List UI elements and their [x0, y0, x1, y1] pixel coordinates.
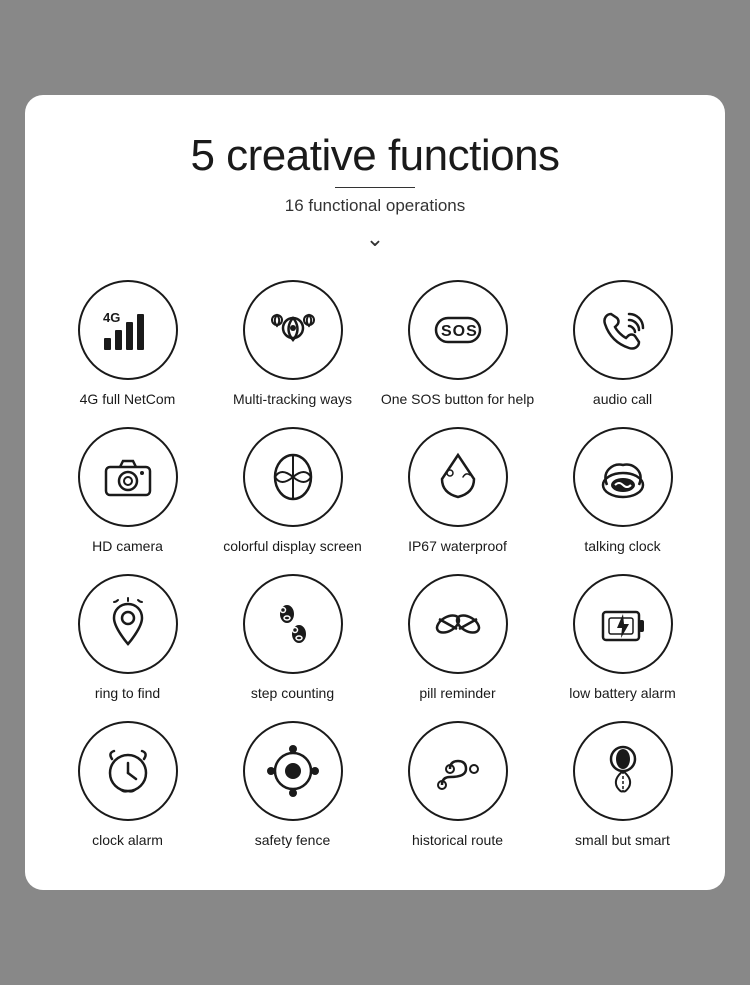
waterproof-icon-circle: [408, 427, 508, 527]
page-title: 5 creative functions: [49, 131, 701, 181]
feature-camera: HD camera: [49, 427, 206, 556]
talkingclock-icon-circle: [573, 427, 673, 527]
clockalarm-icon-circle: [78, 721, 178, 821]
clockalarm-icon: [98, 741, 158, 801]
pillreminder-icon-circle: [408, 574, 508, 674]
multitrack-icon: [263, 300, 323, 360]
feature-waterproof-label: IP67 waterproof: [408, 537, 507, 556]
talkingclock-icon: [593, 447, 653, 507]
feature-multitrack-label: Multi-tracking ways: [233, 390, 352, 409]
stepcounting-icon: [263, 594, 323, 654]
pillreminder-icon: [428, 594, 488, 654]
feature-clockalarm: clock alarm: [49, 721, 206, 850]
feature-historicalroute: historical route: [379, 721, 536, 850]
multitrack-icon-circle: [243, 280, 343, 380]
waterproof-icon: [428, 447, 488, 507]
audiocall-icon: [593, 300, 653, 360]
feature-talkingclock: talking clock: [544, 427, 701, 556]
feature-4g-label: 4G full NetCom: [80, 390, 176, 409]
lowbattery-icon-circle: [573, 574, 673, 674]
ringtofind-icon: [98, 594, 158, 654]
feature-clockalarm-label: clock alarm: [92, 831, 163, 850]
feature-pillreminder-label: pill reminder: [419, 684, 495, 703]
sos-icon: SOS: [428, 300, 488, 360]
features-grid: 4G 4G full NetCom: [49, 280, 701, 850]
feature-smallsmart-label: small but smart: [575, 831, 670, 850]
4g-icon-circle: 4G: [78, 280, 178, 380]
feature-sos: SOS One SOS button for help: [379, 280, 536, 409]
historicalroute-icon: [428, 741, 488, 801]
4g-icon: 4G: [98, 300, 158, 360]
feature-stepcounting-label: step counting: [251, 684, 334, 703]
feature-pillreminder: pill reminder: [379, 574, 536, 703]
svg-text:4G: 4G: [103, 310, 120, 325]
safetyfence-icon: [263, 741, 323, 801]
feature-audiocall: audio call: [544, 280, 701, 409]
lowbattery-icon: [593, 594, 653, 654]
feature-4g: 4G 4G full NetCom: [49, 280, 206, 409]
sos-icon-circle: SOS: [408, 280, 508, 380]
feature-historicalroute-label: historical route: [412, 831, 503, 850]
display-icon-circle: [243, 427, 343, 527]
feature-talkingclock-label: talking clock: [584, 537, 660, 556]
camera-icon-circle: [78, 427, 178, 527]
feature-stepcounting: step counting: [214, 574, 371, 703]
feature-camera-label: HD camera: [92, 537, 163, 556]
feature-sos-label: One SOS button for help: [381, 390, 534, 409]
smallsmart-icon-circle: [573, 721, 673, 821]
audiocall-icon-circle: [573, 280, 673, 380]
title-divider: [335, 187, 415, 188]
safetyfence-icon-circle: [243, 721, 343, 821]
svg-text:SOS: SOS: [441, 323, 478, 340]
feature-safetyfence-label: safety fence: [255, 831, 331, 850]
feature-ringtofind-label: ring to find: [95, 684, 160, 703]
ringtofind-icon-circle: [78, 574, 178, 674]
display-icon: [263, 447, 323, 507]
feature-lowbattery-label: low battery alarm: [569, 684, 676, 703]
main-card: 5 creative functions 16 functional opera…: [25, 95, 725, 890]
feature-display: colorful display screen: [214, 427, 371, 556]
feature-multitrack: Multi-tracking ways: [214, 280, 371, 409]
smallsmart-icon: [593, 741, 653, 801]
feature-audiocall-label: audio call: [593, 390, 652, 409]
feature-safetyfence: safety fence: [214, 721, 371, 850]
feature-smallsmart: small but smart: [544, 721, 701, 850]
feature-lowbattery: low battery alarm: [544, 574, 701, 703]
feature-ringtofind: ring to find: [49, 574, 206, 703]
feature-waterproof: IP67 waterproof: [379, 427, 536, 556]
camera-icon: [98, 447, 158, 507]
feature-display-label: colorful display screen: [223, 537, 362, 556]
historicalroute-icon-circle: [408, 721, 508, 821]
chevron-down-icon: ⌄: [49, 226, 701, 252]
stepcounting-icon-circle: [243, 574, 343, 674]
page-subtitle: 16 functional operations: [49, 196, 701, 216]
